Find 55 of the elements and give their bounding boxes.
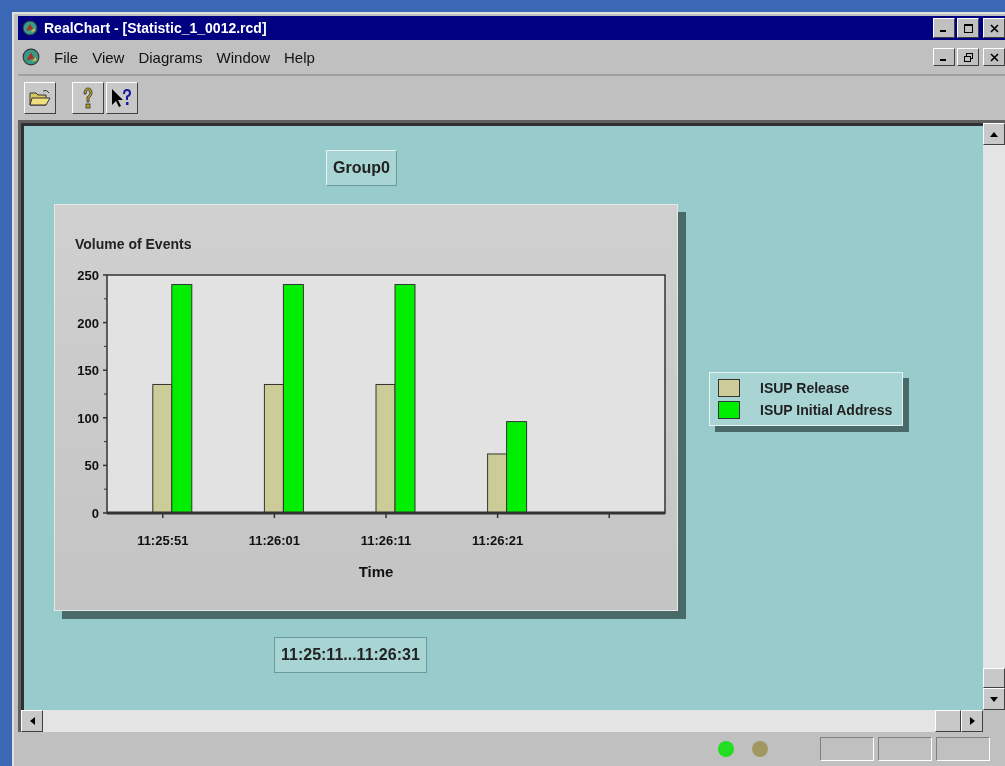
pointer-question-icon [110,87,134,109]
globe-icon [22,20,38,36]
scroll-right-button[interactable] [961,710,983,732]
group-label: Group0 [326,150,397,186]
close-button[interactable] [983,18,1005,38]
axis-label: 250 [77,268,99,283]
scroll-down-button[interactable] [983,688,1005,710]
scroll-thumb[interactable] [983,668,1005,688]
status-pane [936,737,990,761]
scroll-left-button[interactable] [21,710,43,732]
globe-icon [22,48,40,66]
close-icon [989,52,999,62]
minimize-button[interactable] [933,18,955,38]
legend-label: ISUP Initial Address [760,402,893,418]
open-folder-button[interactable] [24,82,56,114]
close-button[interactable] [983,48,1005,66]
axis-label: 11:26:01 [248,533,301,548]
axis-label: 0 [91,506,99,521]
scroll-up-button[interactable] [983,123,1005,145]
menu-item[interactable]: Diagrams [138,48,203,66]
folder-icon [29,89,51,107]
scroll-thumb[interactable] [935,710,961,732]
menu-item[interactable]: Help [283,48,315,66]
context-help-button[interactable] [106,82,138,114]
axis-label: 11:25:51 [137,533,189,548]
menu-item[interactable]: Window [216,48,270,66]
maximize-button[interactable] [957,18,979,38]
window-title: RealChart - [Statistic_1_0012.rcd] [44,20,267,36]
status-pane [878,737,932,761]
chart-title: Volume of Events [75,236,192,252]
question-mark-icon [81,87,95,109]
maximize-icon [963,23,973,33]
down-arrow-icon [990,696,998,702]
axis-label: 150 [77,363,99,379]
axis-label: 200 [77,315,99,331]
right-arrow-icon [969,717,975,725]
axis-label: 11:26:21 [471,533,524,548]
close-icon [989,23,999,33]
menu-item[interactable]: File [54,48,79,66]
axis-label: 100 [77,410,99,426]
menu-item[interactable]: View [92,48,125,66]
time-range-label: 11:25:11...11:26:31 [274,637,427,673]
minimize-button[interactable] [933,48,955,66]
restore-icon [963,52,973,62]
left-arrow-icon [29,717,35,725]
axis-label: 11:26:11 [360,533,412,548]
axis-label: 50 [84,458,99,474]
horizontal-scrollbar[interactable] [21,710,983,732]
vertical-scrollbar[interactable] [983,123,1005,710]
up-arrow-icon [990,131,998,137]
axis-title: Time [358,563,394,580]
status-pane [820,737,874,761]
help-button[interactable] [72,82,104,114]
restore-button[interactable] [957,48,979,66]
legend-label: ISUP Release [760,380,850,396]
